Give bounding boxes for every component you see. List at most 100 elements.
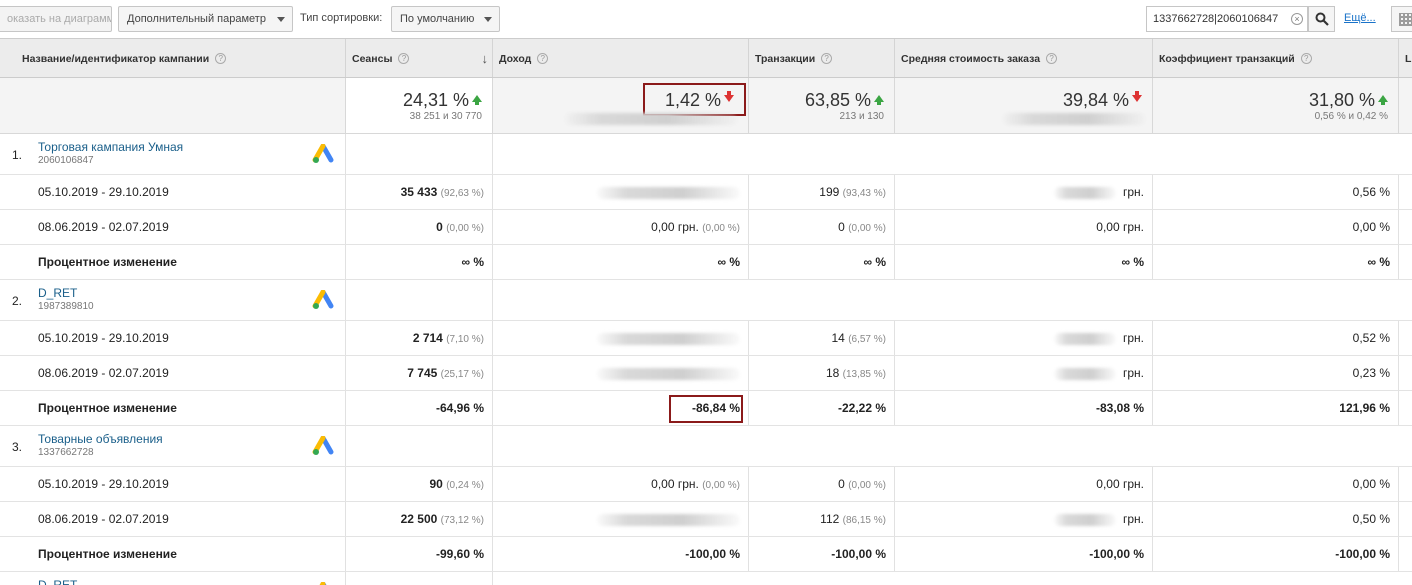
col-conversion-rate[interactable]: Коэффициент транзакций?	[1152, 39, 1398, 77]
percent-change-row: Процентное изменение -64,96 % -86,84 % -22,…	[0, 391, 1412, 426]
transactions-value: 112	[820, 512, 840, 526]
search-input[interactable]: 1337662728|2060106847 ×	[1146, 6, 1308, 32]
conv-cell: 0,50 %	[1152, 502, 1390, 537]
campaign-name-link[interactable]: Товарные объявления	[38, 432, 163, 446]
conv-value: 0,52 %	[1352, 331, 1390, 345]
sessions-value: -64,96 %	[435, 401, 484, 415]
campaign-name-link[interactable]: D_RET	[38, 578, 77, 585]
row-label: Процентное изменение	[38, 255, 177, 269]
row-label: Процентное изменение	[38, 401, 177, 415]
summary-revenue-pct: 1,42 %	[664, 90, 721, 110]
col-transactions-label: Транзакции	[755, 53, 816, 65]
help-icon[interactable]: ?	[537, 53, 549, 64]
transactions-value: 0	[838, 477, 845, 491]
help-icon[interactable]: ?	[1300, 53, 1312, 64]
help-icon[interactable]: ?	[1046, 53, 1058, 64]
percent-change-row: Процентное изменение -99,60 % -100,00 % -10…	[0, 537, 1412, 572]
transactions-share: (0,00 %)	[848, 223, 886, 234]
divider	[1398, 245, 1399, 279]
secondary-dimension-label: Дополнительный параметр	[127, 13, 266, 25]
aov-cell: 0,00 грн.	[894, 467, 1144, 502]
sessions-cell: 7 745 (25,17 %)	[345, 356, 484, 391]
summary-conv-sub: 0,56 % и 0,42 %	[1314, 111, 1388, 122]
chevron-down-icon	[277, 17, 285, 22]
conv-cell: 121,96 %	[1152, 391, 1390, 426]
secondary-dimension-dropdown[interactable]: Дополнительный параметр	[118, 6, 293, 32]
summary-label-cell	[0, 78, 345, 133]
summary-conv-pct: 31,80 %	[1308, 90, 1375, 110]
campaign-index: 3.	[12, 440, 23, 454]
sort-type-dropdown[interactable]: По умолчанию	[391, 6, 500, 32]
col-campaign-label: Название/идентификатор кампании	[22, 53, 210, 65]
sessions-value: -99,60 %	[435, 547, 484, 561]
col-campaign[interactable]: Название/идентификатор кампании?	[0, 39, 345, 77]
table-view-button[interactable]	[1391, 6, 1412, 32]
redacted-value	[1003, 113, 1145, 125]
transactions-value: 18	[825, 366, 840, 380]
google-ads-icon	[312, 290, 334, 309]
col-next[interactable]: L	[1398, 39, 1412, 77]
grid-icon	[1399, 13, 1412, 26]
help-icon[interactable]: ?	[215, 53, 227, 64]
revenue-cell: 0,00 грн. (0,00 %)	[492, 210, 740, 245]
campaign-name-link[interactable]: Торговая кампания Умная	[38, 140, 183, 154]
divider	[1398, 467, 1399, 501]
redacted-value	[597, 333, 740, 345]
sessions-value: 35 433	[400, 185, 438, 199]
row-label: Процентное изменение	[38, 547, 177, 561]
campaign-row: D_RET	[0, 572, 1412, 585]
revenue-cell: -100,00 %	[492, 537, 740, 572]
redacted-value	[1054, 187, 1116, 199]
clear-icon[interactable]: ×	[1291, 13, 1303, 25]
sessions-value: 22 500	[400, 512, 438, 526]
divider	[1398, 356, 1399, 390]
redacted-value	[597, 368, 740, 380]
show-on-chart-button[interactable]: оказать на диаграмме	[0, 6, 112, 32]
campaign-id: 1987389810	[38, 301, 94, 312]
row-label: 05.10.2019 - 29.10.2019	[38, 185, 169, 199]
summary-aov-pct: 39,84 %	[1062, 90, 1129, 110]
divider	[1398, 537, 1399, 571]
transactions-cell: ∞ %	[748, 245, 886, 280]
redacted-value	[1054, 333, 1116, 345]
aov-value: 0,00 грн.	[1096, 477, 1144, 491]
sessions-value: 2 714	[412, 331, 443, 345]
sessions-cell: ∞ %	[345, 245, 484, 280]
table-header: Название/идентификатор кампании? Сеансы?…	[0, 38, 1412, 78]
search-button[interactable]	[1308, 6, 1335, 32]
campaign-row: 2. D_RET 1987389810	[0, 280, 1412, 321]
col-avg-order-value[interactable]: Средняя стоимость заказа?	[894, 39, 1152, 77]
redacted-value	[1054, 514, 1116, 526]
conv-cell: 0,52 %	[1152, 321, 1390, 356]
row-label: 05.10.2019 - 29.10.2019	[38, 331, 169, 345]
campaign-name-link[interactable]: D_RET	[38, 286, 77, 300]
sessions-value: ∞ %	[461, 255, 484, 269]
col-sessions[interactable]: Сеансы? ↓	[345, 39, 492, 77]
campaign-row: 1. Торговая кампания Умная 2060106847	[0, 134, 1412, 175]
help-icon[interactable]: ?	[398, 53, 410, 64]
divider	[1398, 502, 1399, 536]
aov-value: 0,00 грн.	[1096, 220, 1144, 234]
aov-cell: -100,00 %	[894, 537, 1144, 572]
divider	[492, 572, 493, 585]
summary-sessions-pct: 24,31 %	[402, 90, 469, 110]
help-icon[interactable]: ?	[821, 53, 833, 64]
search-icon	[1315, 12, 1329, 26]
sessions-share: (25,17 %)	[440, 369, 484, 380]
conv-cell: 0,00 %	[1152, 467, 1390, 502]
conv-value: ∞ %	[1367, 255, 1390, 269]
campaign-id: 1337662728	[38, 447, 94, 458]
more-link[interactable]: Ещё...	[1344, 12, 1376, 24]
col-transactions[interactable]: Транзакции?	[748, 39, 894, 77]
col-revenue[interactable]: Доход?	[492, 39, 748, 77]
transactions-value: ∞ %	[863, 255, 886, 269]
conv-value: 0,50 %	[1352, 512, 1390, 526]
sessions-value: 90	[429, 477, 443, 491]
conv-value: 0,00 %	[1352, 477, 1390, 491]
row-label: 08.06.2019 - 02.07.2019	[38, 220, 169, 234]
divider	[492, 134, 493, 174]
conv-value: 0,00 %	[1352, 220, 1390, 234]
aov-cell: 0,00 грн.	[894, 210, 1144, 245]
date-range-row: 08.06.2019 - 02.07.2019 22 500 (73,12 %) 1…	[0, 502, 1412, 537]
report-toolbar: оказать на диаграмме Дополнительный пара…	[0, 0, 1412, 38]
